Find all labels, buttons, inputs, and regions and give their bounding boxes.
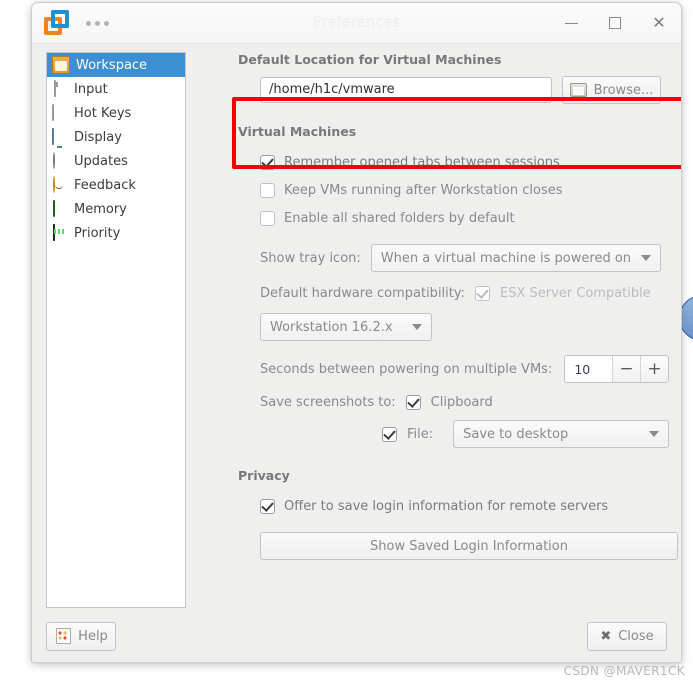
shared-folders-checkbox[interactable] [260, 210, 275, 226]
tray-icon-label: Show tray icon: [260, 250, 361, 266]
offer-login-label: Offer to save login information for remo… [284, 498, 609, 514]
plus-icon[interactable]: + [640, 356, 669, 382]
power-delay-value[interactable]: 10 [565, 356, 612, 382]
shared-folders-label: Enable all shared folders by default [284, 210, 515, 226]
hardware-compat-row: Default hardware compatibility: ESX Serv… [260, 286, 669, 301]
tray-icon-row: Show tray icon: When a virtual machine i… [260, 244, 669, 272]
file-target-value: Save to desktop [463, 426, 569, 442]
window-body: Workspace Input Hot Keys Display Updates [32, 44, 681, 662]
chevron-down-icon [649, 431, 659, 437]
keep-vms-running-row: Keep VMs running after Workstation close… [260, 176, 669, 204]
file-label: File: [407, 426, 434, 442]
remember-tabs-checkbox[interactable] [260, 154, 275, 170]
default-location-input[interactable]: /home/h1c/vmware [260, 77, 552, 103]
screenshots-row: Save screenshots to: Clipboard [260, 395, 669, 410]
close-button-label: Close [618, 628, 654, 644]
esx-compatible-label: ESX Server Compatible [500, 286, 651, 301]
sidebar-item-label: Input [74, 81, 108, 97]
hardware-compat-label: Default hardware compatibility: [260, 286, 465, 301]
sidebar-item-label: Hot Keys [74, 105, 132, 121]
screenshots-label: Save screenshots to: [260, 395, 396, 410]
window-controls: ✕ [549, 3, 681, 43]
sidebar-item-label: Workspace [76, 57, 148, 73]
sidebar-item-label: Display [74, 129, 122, 145]
sidebar-item-workspace[interactable]: Workspace [47, 53, 185, 77]
clipboard-checkbox[interactable] [405, 395, 421, 410]
sidebar-item-updates[interactable]: Updates [47, 149, 185, 173]
maximize-icon[interactable] [593, 3, 637, 43]
sidebar-item-feedback[interactable]: Feedback [47, 173, 185, 197]
tray-icon-value: When a virtual machine is powered on [380, 250, 632, 266]
priority-icon [52, 224, 68, 241]
power-delay-label: Seconds between powering on multiple VMs… [260, 361, 553, 377]
remember-tabs-label: Remember opened tabs between sessions [284, 154, 560, 170]
virtual-machines-section: Virtual Machines Remember opened tabs be… [232, 124, 669, 448]
privacy-section: Privacy Offer to save login information … [232, 468, 678, 560]
sidebar-item-label: Feedback [74, 177, 136, 193]
window-titlebar: Preferences ✕ [32, 3, 681, 44]
keep-vms-running-label: Keep VMs running after Workstation close… [284, 182, 563, 198]
browse-button-label: Browse... [593, 82, 654, 98]
sidebar-item-priority[interactable]: Priority [47, 221, 185, 245]
file-target-select[interactable]: Save to desktop [453, 420, 669, 448]
show-saved-login-button[interactable]: Show Saved Login Information [260, 532, 678, 560]
more-options-icon[interactable] [84, 15, 111, 32]
updates-icon [52, 152, 68, 169]
remember-tabs-row: Remember opened tabs between sessions [260, 148, 669, 176]
sidebar-item-hot-keys[interactable]: Hot Keys [47, 101, 185, 125]
keyboard-icon [52, 104, 68, 121]
clipboard-label: Clipboard [430, 395, 493, 410]
esx-compatible-checkbox[interactable] [475, 286, 490, 301]
power-delay-stepper[interactable]: 10 − + [564, 355, 669, 383]
close-icon[interactable]: ✕ [637, 3, 681, 43]
sidebar-item-display[interactable]: Display [47, 125, 185, 149]
minus-icon[interactable]: − [611, 356, 640, 382]
folder-icon [52, 56, 70, 74]
memory-icon [52, 200, 68, 217]
offer-login-checkbox[interactable] [260, 498, 275, 514]
default-location-row: /home/h1c/vmware Browse... [260, 76, 669, 104]
default-location-section: Default Location for Virtual Machines /h… [232, 52, 669, 104]
sidebar-item-label: Updates [74, 153, 128, 169]
section-heading: Default Location for Virtual Machines [238, 52, 502, 67]
watermark: CSDN @MAVER1CK [563, 664, 685, 678]
screenshot-file-row: File: Save to desktop [382, 420, 669, 448]
smiley-icon [52, 176, 68, 193]
hardware-version-select[interactable]: Workstation 16.2.x [260, 313, 432, 341]
vmware-logo-icon [44, 10, 70, 36]
power-delay-row: Seconds between powering on multiple VMs… [260, 355, 669, 383]
mouse-icon [52, 80, 68, 97]
section-heading: Virtual Machines [238, 124, 357, 139]
offer-login-row: Offer to save login information for remo… [260, 492, 669, 520]
monitor-icon [52, 128, 68, 145]
close-x-icon: ✖ [600, 628, 612, 644]
sidebar-item-label: Priority [74, 225, 121, 241]
preferences-sidebar: Workspace Input Hot Keys Display Updates [46, 52, 186, 608]
help-button-label: Help [78, 628, 108, 644]
keep-vms-running-checkbox[interactable] [260, 182, 275, 198]
sidebar-item-memory[interactable]: Memory [47, 197, 185, 221]
file-checkbox[interactable] [382, 426, 397, 442]
help-book-icon [56, 628, 72, 644]
close-button[interactable]: ✖ Close [587, 621, 667, 651]
chevron-down-icon [641, 255, 652, 261]
show-saved-login-label: Show Saved Login Information [370, 538, 568, 554]
chevron-down-icon [412, 324, 422, 330]
hardware-version-value: Workstation 16.2.x [270, 319, 393, 335]
help-button[interactable]: Help [46, 621, 116, 651]
folder-open-icon [569, 83, 587, 97]
window-footer: Help ✖ Close [32, 621, 681, 651]
browse-button[interactable]: Browse... [562, 76, 661, 104]
sidebar-item-label: Memory [74, 201, 127, 217]
section-heading: Privacy [238, 468, 290, 483]
tray-icon-select[interactable]: When a virtual machine is powered on [370, 244, 662, 272]
preferences-window: Preferences ✕ Workspace Input Hot Keys D… [31, 2, 682, 663]
preferences-content: Default Location for Virtual Machines /h… [232, 52, 678, 560]
minimize-icon[interactable] [549, 3, 593, 43]
shared-folders-row: Enable all shared folders by default [260, 204, 669, 232]
sidebar-item-input[interactable]: Input [47, 77, 185, 101]
desktop-background: Preferences ✕ Workspace Input Hot Keys D… [0, 0, 693, 680]
